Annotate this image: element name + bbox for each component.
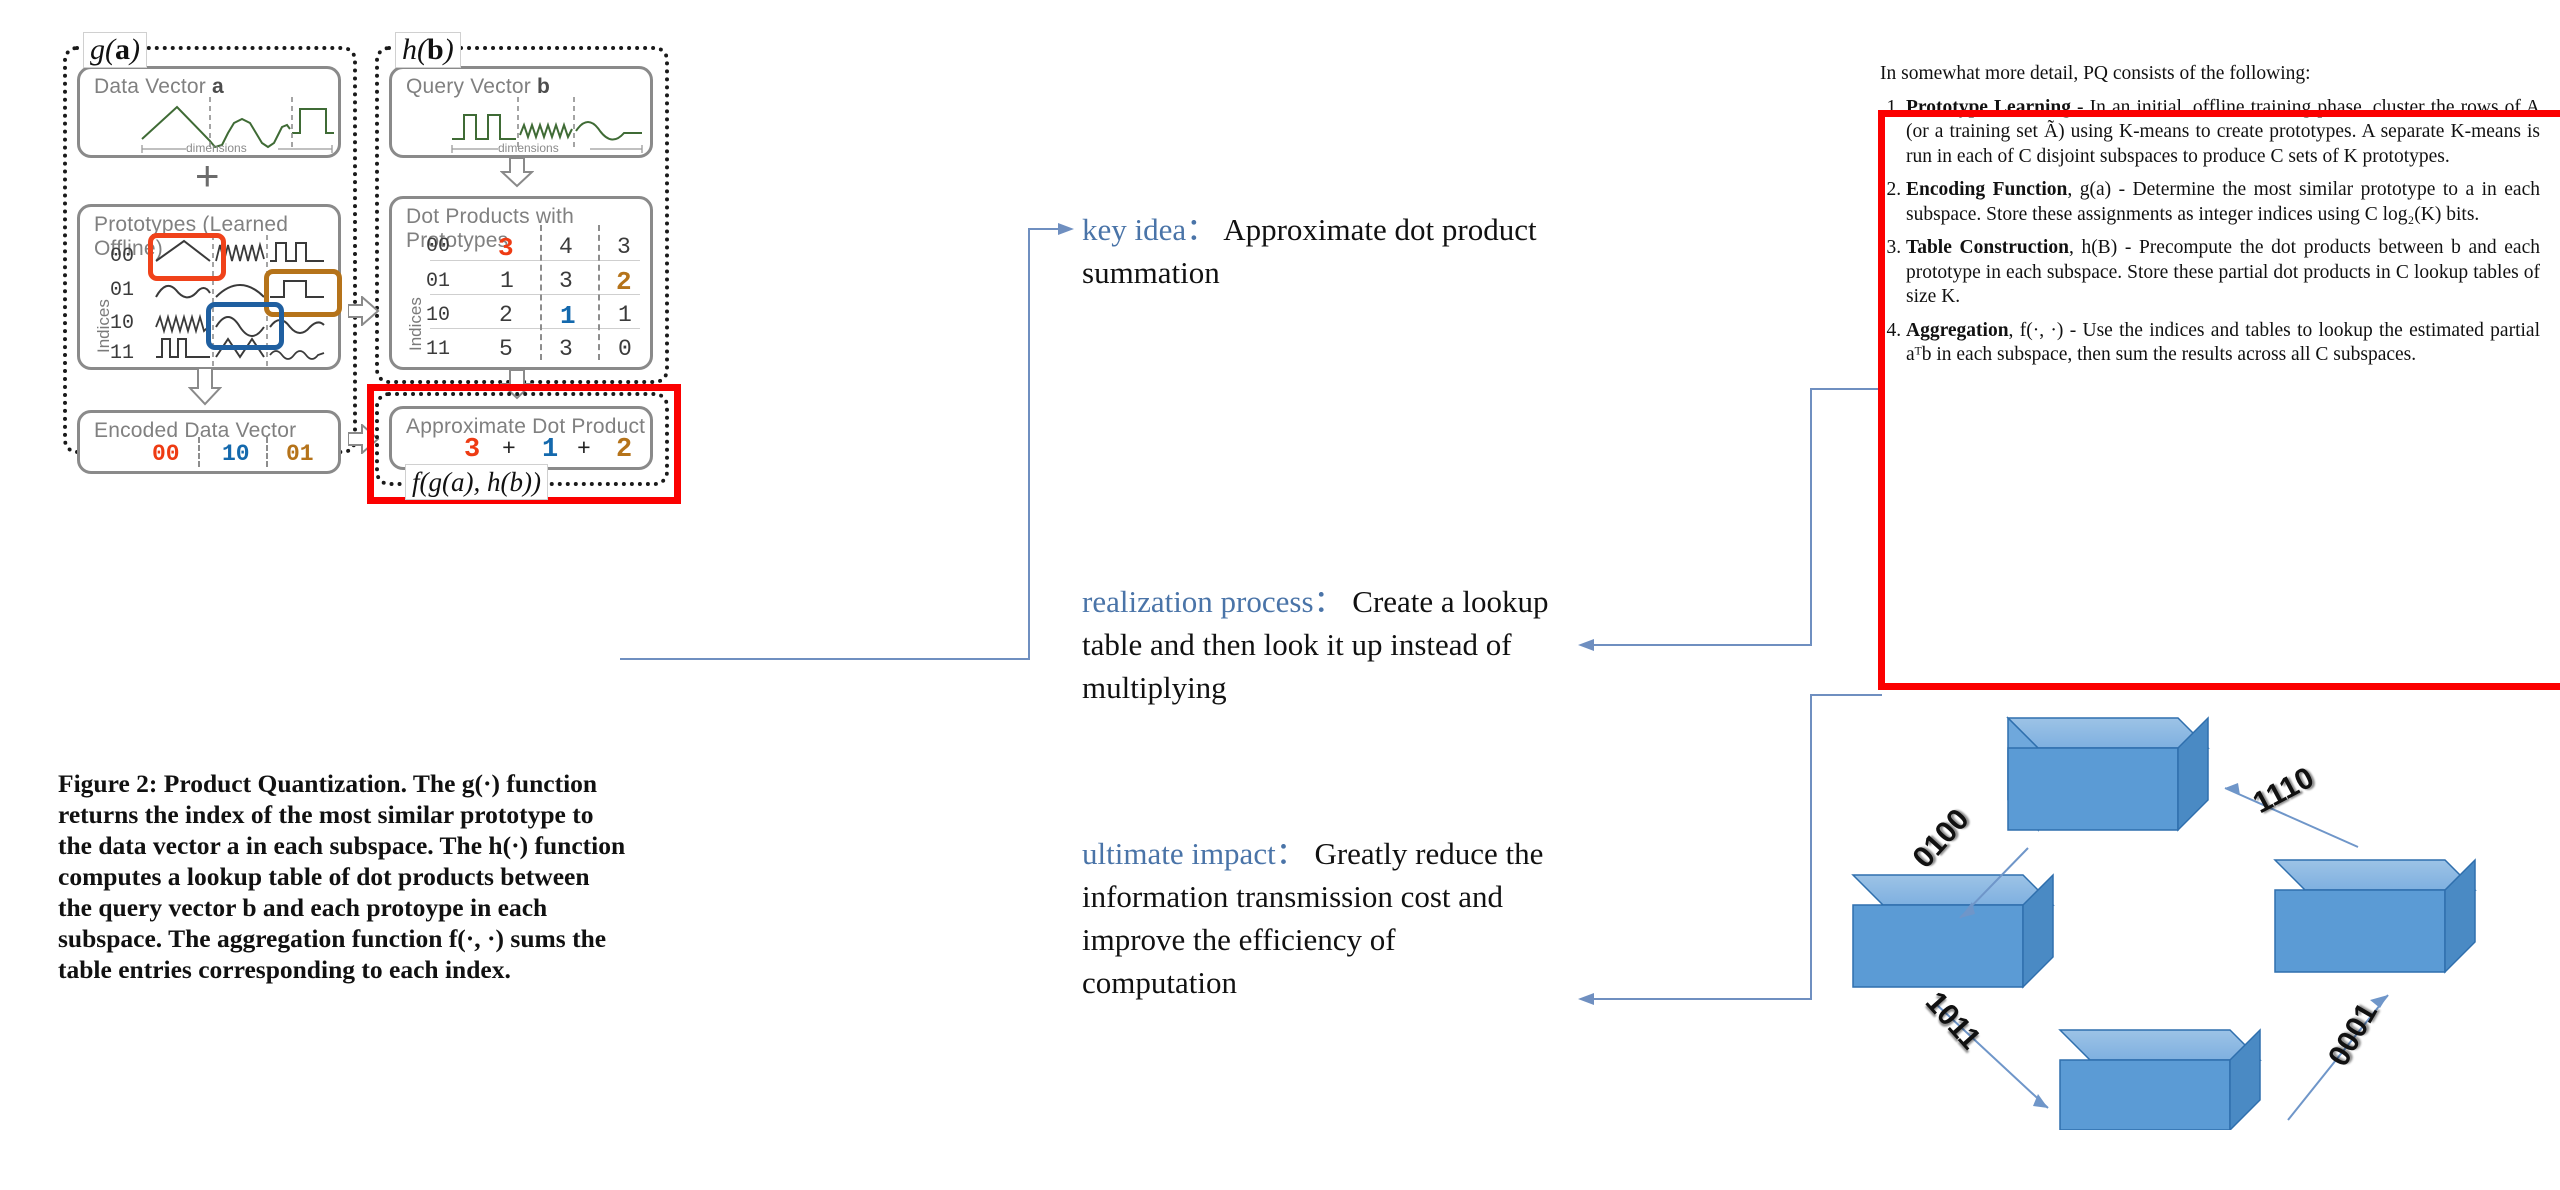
prototype-index-00: 00 [110, 245, 135, 268]
connector-arrow-realization-icon [1578, 639, 1594, 651]
connector-arrow-key-idea-icon [1058, 223, 1074, 235]
connector-paper-to-realization-vert [1810, 388, 1812, 646]
encode-down-arrow-icon [188, 368, 222, 406]
prototypes-panel: Prototypes (Learned Offline) Indices 00 … [77, 204, 342, 370]
annotation-impact-label: ultimate impact： [1082, 836, 1307, 871]
boxes-svg [1851, 716, 2477, 1132]
connector-figure-to-key-idea-vert [1028, 228, 1030, 660]
connector-boxes-to-impact-top [1810, 694, 1882, 696]
cube-left [1851, 873, 2055, 989]
annotation-key-idea-label: key idea： [1082, 212, 1218, 247]
encode-right-arrow-icon [348, 296, 380, 326]
dot-products-panel: Dot Products with Prototypes Indices 00 … [389, 196, 653, 370]
dot-cell-01-2: 2 [616, 267, 632, 297]
connector-boxes-to-impact-bottom [1592, 998, 1812, 1000]
figure-caption: Figure 2: Product Quantization. The g(·)… [58, 768, 628, 985]
annotation-key-idea: key idea： Approximate dot product summat… [1082, 208, 1552, 294]
query-dimensions-axis-label: dimensions [498, 141, 559, 155]
paper-lead: In somewhat more detail, PQ consists of … [1880, 63, 2311, 84]
dot-cell-10-0: 2 [499, 302, 513, 328]
dot-table-hline-1 [430, 260, 640, 261]
dot-table-vline-1 [540, 225, 542, 360]
dot-cell-00-1: 4 [559, 234, 573, 260]
dot-products-indices-label: Indices [406, 297, 425, 351]
paper-red-highlight-box [1878, 110, 2560, 690]
caption-body: The g(·) function returns the index of t… [58, 769, 626, 984]
connector-paper-to-realization-bottom [1592, 644, 1812, 646]
prototype-highlight-blue [206, 302, 284, 350]
annotation-realization-process: realization process： Create a lookup tab… [1082, 580, 1552, 709]
query-vector-panel: Query Vector b dimensions [389, 66, 653, 158]
prototype-highlight-red [148, 233, 226, 281]
connector-arrow-impact-icon [1578, 993, 1594, 1005]
product-quantization-figure: g(a) Data Vector a dimensions + Prototyp… [55, 28, 1065, 748]
query-down-arrow-icon [500, 158, 534, 188]
encoded-divider-2 [266, 437, 268, 467]
encoded-divider-1 [198, 437, 200, 467]
dot-cell-11-2: 0 [618, 336, 632, 362]
connector-paper-to-realization-top [1810, 388, 1878, 390]
dot-cell-10-2: 1 [618, 302, 632, 328]
prototype-index-10: 10 [110, 312, 135, 335]
h-function-label: h(b) [395, 32, 461, 68]
dot-row-index-11: 11 [426, 338, 451, 361]
cube-top [2006, 716, 2210, 832]
encoded-data-vector-panel: Encoded Data Vector 00 10 01 [77, 410, 341, 474]
cube-right [2273, 858, 2477, 974]
dot-row-index-01: 01 [426, 270, 451, 293]
f-function-label: f(g(a), h(b)) [405, 464, 548, 500]
dot-row-index-00: 00 [426, 235, 451, 258]
dot-table-hline-2 [430, 294, 640, 295]
cube-bottom [2058, 1028, 2262, 1132]
dot-cell-01-0: 1 [500, 268, 514, 294]
encoded-value-2: 01 [286, 441, 314, 467]
encoded-value-1: 10 [222, 441, 250, 467]
dot-cell-11-0: 5 [499, 336, 513, 362]
annotation-ultimate-impact: ultimate impact： Greatly reduce the info… [1082, 832, 1552, 1004]
dot-cell-11-1: 3 [559, 336, 573, 362]
dot-cell-00-0: 3 [498, 233, 514, 263]
encoded-value-0: 00 [152, 441, 180, 467]
dot-cell-00-2: 3 [617, 234, 631, 260]
dot-table-vline-2 [598, 225, 600, 360]
g-function-label: g(a) [83, 32, 147, 68]
plus-sign: + [195, 152, 220, 199]
connector-boxes-to-impact-vert [1810, 694, 1812, 1000]
connector-figure-bottom-stub [620, 658, 1030, 660]
dot-cell-10-1: 1 [560, 301, 576, 331]
boxes-cycle-diagram: 0100 1110 1011 0001 [1820, 700, 2560, 1132]
prototype-index-11: 11 [110, 342, 135, 365]
annotation-realization-label: realization process： [1082, 584, 1345, 619]
caption-lead: Figure 2: Product Quantization. [58, 769, 407, 798]
prototype-index-01: 01 [110, 279, 135, 302]
data-vector-panel: Data Vector a dimensions [77, 66, 341, 158]
dot-table-hline-3 [430, 328, 640, 329]
dot-cell-01-1: 3 [559, 268, 573, 294]
dot-row-index-10: 10 [426, 304, 451, 327]
